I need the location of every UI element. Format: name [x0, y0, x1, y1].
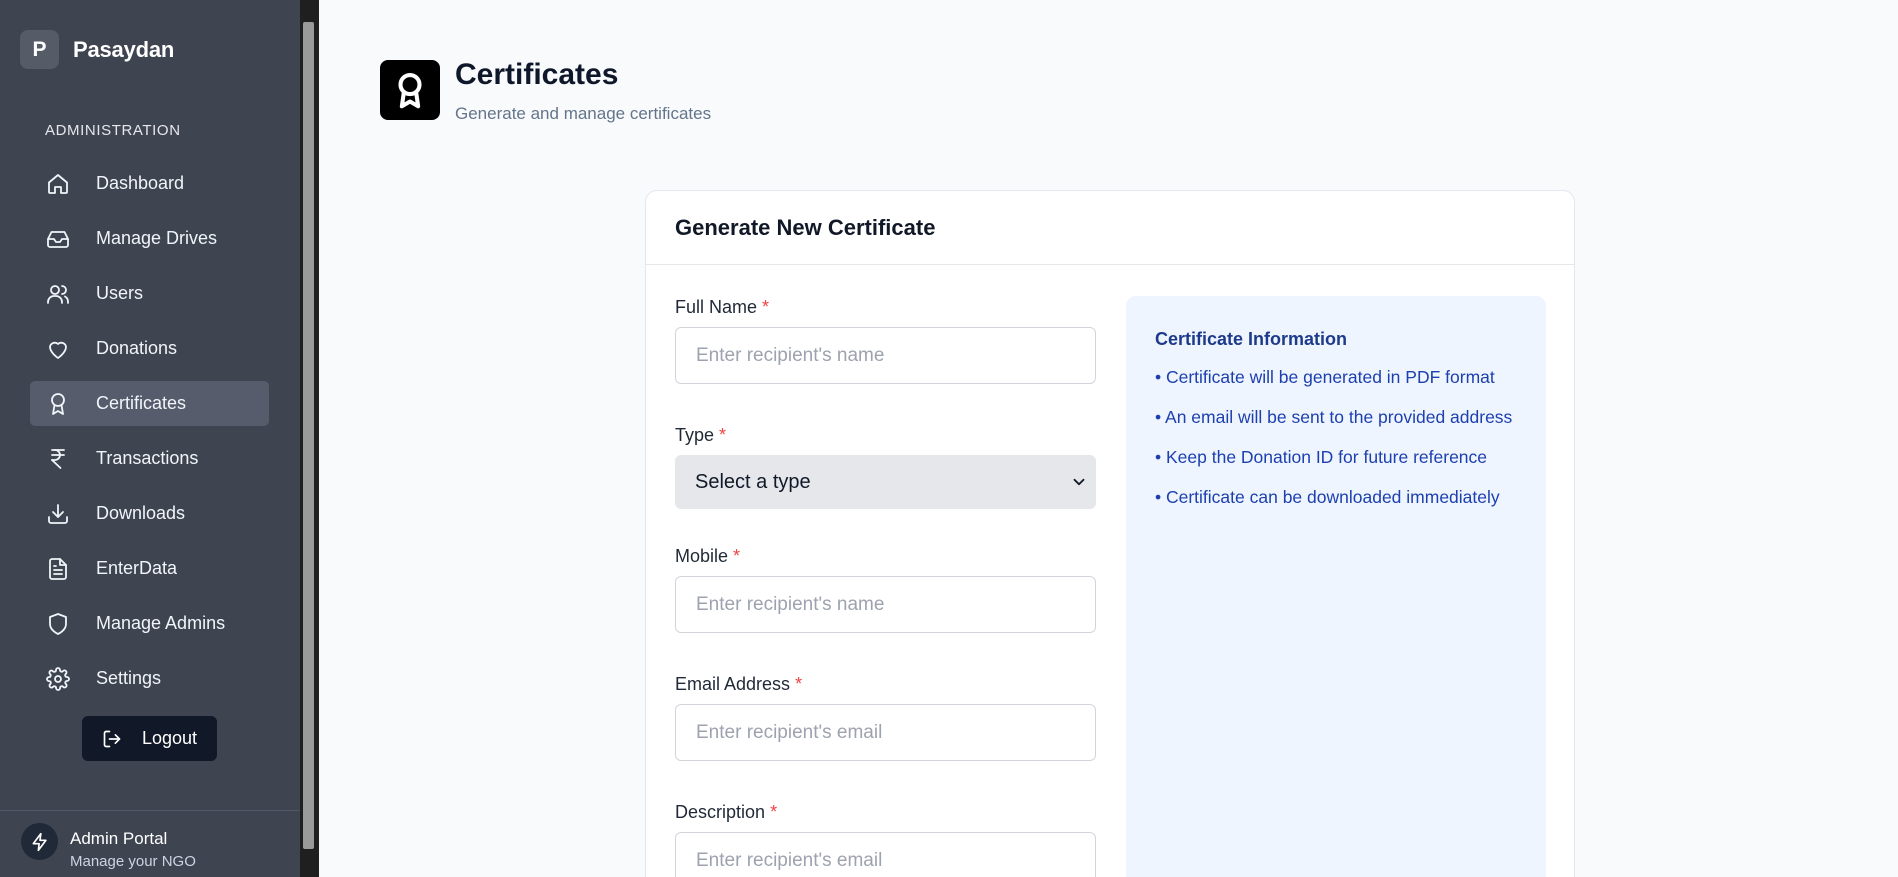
sidebar-item-label: Manage Drives [96, 228, 218, 248]
card-title: Generate New Certificate [675, 214, 936, 240]
mobile-label-text: Mobile [675, 546, 729, 566]
full-name-label-text: Full Name [675, 297, 758, 317]
sidebar-item-transactions[interactable]: Transactions [30, 436, 269, 481]
email-group: Email Address * [675, 674, 1096, 761]
description-group: Description * [675, 802, 1096, 877]
sidebar-item-label: Manage Admins [96, 613, 226, 633]
sidebar: P Pasaydan ADMINISTRATION Dashboard Mana… [0, 0, 300, 877]
chevron-down-icon [1073, 478, 1085, 486]
required-marker: * [719, 425, 727, 445]
sidebar-item-downloads[interactable]: Downloads [30, 491, 269, 536]
full-name-input[interactable] [675, 327, 1096, 384]
email-label: Email Address * [675, 674, 1096, 698]
sidebar-item-label: EnterData [96, 558, 178, 578]
logout-label: Logout [141, 728, 198, 748]
award-icon [45, 391, 71, 417]
avatar [21, 823, 58, 860]
sidebar-item-label: Donations [96, 338, 178, 358]
shield-icon [45, 611, 71, 637]
certificate-info-panel: Certificate Information • Certificate wi… [1126, 296, 1546, 877]
sidebar-item-manage-drives[interactable]: Manage Drives [30, 216, 269, 261]
required-marker: * [733, 546, 741, 566]
inbox-icon [45, 226, 71, 252]
info-item: • Certificate will be generated in PDF f… [1155, 367, 1495, 387]
info-item: • Keep the Donation ID for future refere… [1155, 447, 1488, 467]
mobile-label: Mobile * [675, 546, 1096, 570]
sidebar-item-users[interactable]: Users [30, 271, 269, 316]
card-header: Generate New Certificate [646, 191, 1574, 265]
info-item: • An email will be sent to the provided … [1155, 407, 1513, 427]
sidebar-item-enterdata[interactable]: EnterData [30, 546, 269, 591]
sidebar-nav: Dashboard Manage Drives Users Donations … [30, 161, 269, 711]
info-item: • Certificate can be downloaded immediat… [1155, 487, 1500, 507]
sidebar-item-label: Downloads [96, 503, 186, 523]
type-select-value: Select a type [695, 470, 811, 493]
sidebar-item-donations[interactable]: Donations [30, 326, 269, 371]
certificate-form: Full Name * Type * Select a type Mobile … [675, 297, 1096, 877]
file-text-icon [45, 556, 71, 582]
mobile-input[interactable] [675, 576, 1096, 633]
full-name-label: Full Name * [675, 297, 1096, 321]
email-label-text: Email Address [675, 674, 791, 694]
logout-icon [103, 730, 121, 747]
sidebar-footer: Admin Portal Manage your NGO [0, 810, 300, 877]
sidebar-item-manage-admins[interactable]: Manage Admins [30, 601, 269, 646]
generate-certificate-card: Generate New Certificate Full Name * Typ… [645, 190, 1575, 877]
heart-icon [45, 336, 71, 362]
type-select[interactable]: Select a type [675, 455, 1096, 509]
lightning-icon [32, 832, 47, 851]
type-group: Type * Select a type [675, 425, 1096, 509]
award-icon [380, 60, 440, 120]
required-marker: * [770, 802, 778, 822]
type-label-text: Type [675, 425, 715, 445]
info-title: Certificate Information [1155, 329, 1348, 349]
footer-title: Admin Portal [70, 829, 168, 848]
description-input[interactable] [675, 832, 1096, 877]
logout-button[interactable]: Logout [82, 716, 217, 761]
sidebar-item-certificates[interactable]: Certificates [30, 381, 269, 426]
sidebar-item-label: Users [96, 283, 144, 303]
download-icon [45, 501, 71, 527]
gear-icon [45, 666, 71, 692]
required-marker: * [762, 297, 770, 317]
description-label-text: Description [675, 802, 766, 822]
full-name-group: Full Name * [675, 297, 1096, 384]
sidebar-item-settings[interactable]: Settings [30, 656, 269, 701]
page-subtitle: Generate and manage certificates [455, 104, 712, 123]
footer-subtitle: Manage your NGO [70, 853, 196, 870]
sidebar-scrollbar-thumb[interactable] [303, 22, 314, 849]
sidebar-item-label: Dashboard [96, 173, 185, 193]
description-label: Description * [675, 802, 1096, 826]
brand-name: Pasaydan [73, 36, 175, 62]
home-icon [45, 171, 71, 197]
sidebar-item-dashboard[interactable]: Dashboard [30, 161, 269, 206]
mobile-group: Mobile * [675, 546, 1096, 633]
section-label: ADMINISTRATION [45, 122, 181, 139]
users-icon [45, 281, 71, 307]
required-marker: * [795, 674, 803, 694]
rupee-icon [45, 446, 71, 472]
sidebar-item-label: Transactions [96, 448, 199, 468]
type-label: Type * [675, 425, 1096, 449]
sidebar-item-label: Certificates [96, 393, 187, 413]
sidebar-item-label: Settings [96, 668, 162, 688]
email-input[interactable] [675, 704, 1096, 761]
brand-logo: P [20, 30, 59, 69]
page-title: Certificates [455, 58, 619, 91]
brand[interactable]: P Pasaydan [20, 30, 174, 69]
